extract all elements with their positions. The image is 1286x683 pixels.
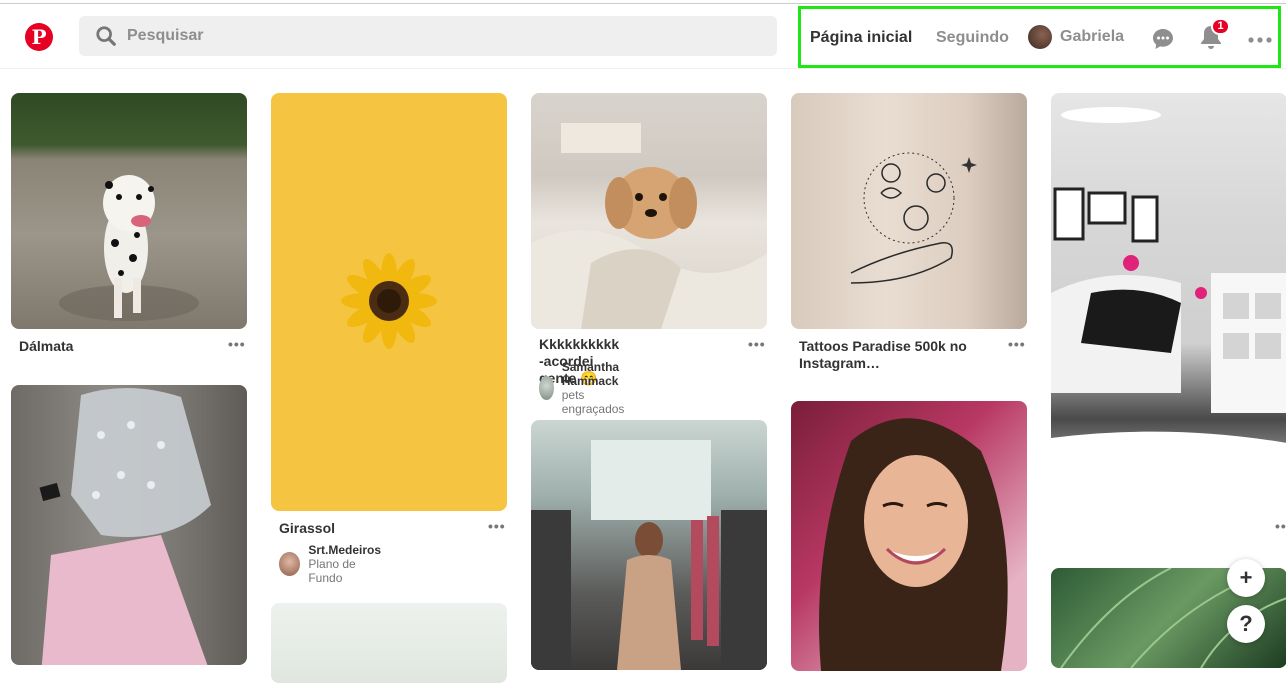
pin-board: pets engraçados: [561, 388, 625, 416]
nav-home-link[interactable]: Página inicial: [810, 29, 912, 47]
nav-profile-link[interactable]: Gabriela: [1028, 25, 1124, 49]
top-bar: P Página inicial Seguindo Gabriela 1: [0, 4, 1286, 69]
pin-more-button[interactable]: •••: [748, 336, 766, 352]
dalmatian-photo: [59, 175, 199, 321]
tattoo-photo: [850, 152, 977, 284]
pin-attribution[interactable]: Samantha Hammack pets engraçados: [539, 360, 634, 416]
pin-image[interactable]: [271, 93, 507, 511]
nav-following-link[interactable]: Seguindo: [936, 29, 1009, 47]
pin-more-button[interactable]: •••: [488, 518, 506, 534]
pin-author: Samantha Hammack: [561, 360, 620, 388]
chat-icon[interactable]: [1151, 27, 1175, 51]
add-button[interactable]: +: [1227, 559, 1265, 597]
bedroom-photo: [1051, 107, 1286, 511]
sunflower-photo: [341, 253, 437, 349]
pin-image[interactable]: [791, 401, 1027, 671]
avatar: [1028, 25, 1052, 49]
pin-image[interactable]: [1051, 93, 1286, 511]
pinterest-logo[interactable]: P: [25, 23, 53, 51]
pin-image[interactable]: [11, 385, 247, 665]
nav-highlight-box: Página inicial Seguindo Gabriela 1: [798, 6, 1281, 68]
portrait-photo: [819, 418, 1008, 671]
pin-more-button[interactable]: •••: [1008, 336, 1026, 352]
pin-more-button[interactable]: •••: [1275, 518, 1286, 534]
pin-image[interactable]: [11, 93, 247, 329]
puppy-photo: [531, 123, 767, 329]
pin-title: Girassol: [279, 520, 336, 536]
avatar: [279, 552, 301, 576]
search-input[interactable]: [127, 27, 727, 45]
pin-image[interactable]: [531, 420, 767, 670]
user-name: Gabriela: [1060, 28, 1125, 45]
pin-image[interactable]: [271, 603, 507, 683]
pin-title: Dálmata: [19, 338, 74, 354]
pin-board: Plano de Fundo: [308, 557, 356, 585]
dress-photo: [39, 387, 211, 665]
pin-attribution[interactable]: Srt.Medeiros Plano de Fundo: [279, 543, 384, 585]
pin-author: Srt.Medeiros: [308, 543, 382, 557]
pin-title: Tattoos Paradise 500k no Instagram…: [799, 338, 967, 371]
pin-image[interactable]: [531, 93, 767, 329]
search-icon: [96, 26, 116, 46]
search-bar[interactable]: [79, 16, 777, 56]
avatar: [539, 376, 554, 400]
notification-badge: 1: [1211, 18, 1230, 35]
boutique-photo: [531, 440, 767, 670]
pin-more-button[interactable]: •••: [228, 336, 246, 352]
more-options-icon[interactable]: [1248, 37, 1272, 43]
help-button[interactable]: ?: [1227, 605, 1265, 643]
pin-image[interactable]: [791, 93, 1027, 329]
